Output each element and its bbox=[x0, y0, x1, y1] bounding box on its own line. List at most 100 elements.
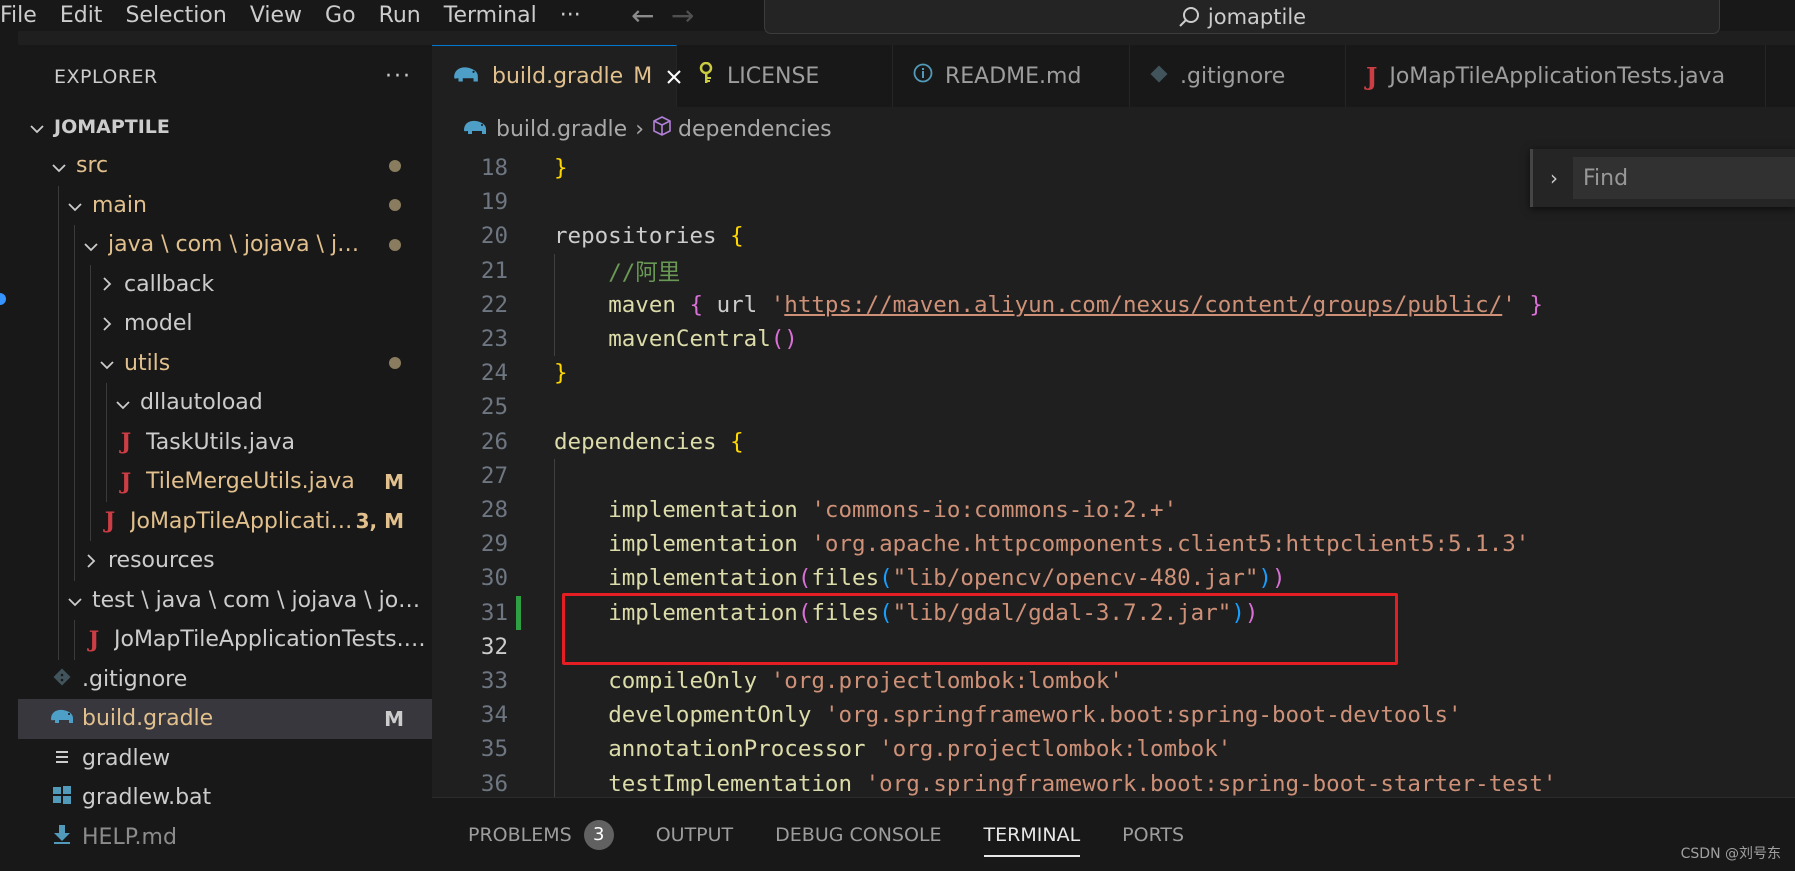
modified-indicator: M bbox=[633, 64, 653, 89]
windows-icon bbox=[48, 785, 76, 811]
line-number: 32 bbox=[480, 633, 508, 660]
java-file-icon: J bbox=[120, 429, 132, 456]
panel-tab-problems[interactable]: PROBLEMS 3 bbox=[468, 815, 614, 855]
tree-item-test-java-com-jojava-jomap[interactable]: test \ java \ com \ jojava \ joMap... bbox=[18, 580, 432, 620]
indent-guide bbox=[58, 422, 59, 462]
menu-item-terminal[interactable]: Terminal bbox=[435, 0, 551, 31]
menu-item-run[interactable]: Run bbox=[370, 0, 435, 31]
back-arrow-icon[interactable]: ← bbox=[623, 0, 663, 31]
menu-item-file[interactable]: File bbox=[0, 0, 51, 31]
gradle-elephant-icon bbox=[462, 117, 488, 142]
line-number: 20 bbox=[480, 223, 508, 250]
code-line: 28 implementation 'commons-io:commons-io… bbox=[432, 493, 1795, 527]
tab-license[interactable]: LICENSE bbox=[677, 45, 893, 107]
line-number: 31 bbox=[480, 599, 508, 626]
problems-count-badge: 3 bbox=[583, 819, 614, 850]
indent-guide bbox=[106, 422, 107, 462]
tree-item-jomaptileapplicatio[interactable]: J JoMapTileApplicatio... 3, M bbox=[18, 501, 432, 541]
tab-readme-md[interactable]: README.md bbox=[893, 45, 1130, 107]
info-icon bbox=[913, 63, 933, 89]
chevron-down-icon bbox=[112, 391, 134, 415]
menu-item-go[interactable]: Go bbox=[316, 0, 370, 31]
chevron-right-icon: › bbox=[635, 116, 645, 142]
line-number: 23 bbox=[480, 326, 508, 353]
tab--gitignore[interactable]: .gitignore bbox=[1130, 45, 1346, 107]
tab-jomaptileapplicationtests-java[interactable]: J JoMapTileApplicationTests.java bbox=[1346, 45, 1766, 107]
tab-label: .gitignore bbox=[1180, 63, 1286, 89]
tree-item-build-gradle[interactable]: build.gradle M bbox=[18, 699, 432, 739]
command-center-search[interactable]: jomaptile bbox=[764, 0, 1720, 34]
indent-guide bbox=[90, 501, 91, 541]
menu-item-selection[interactable]: Selection bbox=[116, 0, 240, 31]
panel-tab-output[interactable]: OUTPUT bbox=[656, 815, 733, 855]
explorer-title: EXPLORER bbox=[54, 65, 158, 88]
line-number: 29 bbox=[480, 531, 508, 558]
tree-item-gradlew[interactable]: gradlew bbox=[18, 739, 432, 779]
line-number: 33 bbox=[480, 668, 508, 695]
more-actions-icon[interactable]: ··· bbox=[385, 64, 412, 89]
tree-item-resources[interactable]: resources bbox=[18, 541, 432, 581]
line-number: 22 bbox=[480, 291, 508, 318]
tree-item-java-com-jojava-joma[interactable]: java \ com \ jojava \ joMa... bbox=[18, 225, 432, 265]
find-input[interactable]: Find bbox=[1573, 157, 1795, 199]
menu-item-edit[interactable]: Edit bbox=[51, 0, 117, 31]
breadcrumb: build.gradle › dependencies bbox=[432, 107, 1795, 151]
code-text: testImplementation 'org.springframework.… bbox=[608, 770, 1557, 797]
notification-dot bbox=[0, 293, 6, 305]
indent-guide bbox=[106, 462, 107, 502]
code-text: maven { url 'https://maven.aliyun.com/ne… bbox=[608, 291, 1543, 318]
code-line: 36 testImplementation 'org.springframewo… bbox=[432, 767, 1795, 797]
tab-build-gradle[interactable]: build.gradle M bbox=[432, 45, 681, 107]
panel-tab-ports[interactable]: PORTS bbox=[1122, 815, 1184, 855]
line-number: 36 bbox=[480, 770, 508, 797]
code-line: 20 repositories { bbox=[432, 219, 1795, 253]
panel-tab-debug-console[interactable]: DEBUG CONSOLE bbox=[775, 815, 941, 855]
tree-item-help-md[interactable]: HELP.md bbox=[18, 818, 432, 858]
tree-item-taskutils-java[interactable]: J TaskUtils.java bbox=[18, 422, 432, 462]
code-text: compileOnly 'org.projectlombok:lombok' bbox=[608, 668, 1123, 695]
indent-guide bbox=[74, 422, 75, 462]
file-tree: src main java \ com \ jojava \ joMa... call… bbox=[18, 146, 432, 857]
code-text: mavenCentral() bbox=[608, 326, 798, 353]
tree-item-callback[interactable]: callback bbox=[18, 264, 432, 304]
workspace-folder-header[interactable]: JOMAPTILE bbox=[18, 108, 432, 146]
tree-item-jomaptileapplicationtests-java[interactable]: J JoMapTileApplicationTests.java bbox=[18, 620, 432, 660]
indent-guide bbox=[90, 343, 91, 383]
breadcrumb-symbol[interactable]: dependencies bbox=[678, 117, 832, 142]
editor-tabs: build.gradle M LICENSE README.md .gitignore J… bbox=[432, 45, 1795, 107]
indent-guide bbox=[90, 264, 91, 304]
tree-item-utils[interactable]: utils bbox=[18, 343, 432, 383]
indent-guide bbox=[58, 462, 59, 502]
tree-item-label: dllautoload bbox=[140, 390, 263, 416]
key-icon bbox=[697, 61, 715, 90]
modified-dot-icon bbox=[389, 357, 401, 370]
tree-item-model[interactable]: model bbox=[18, 304, 432, 344]
line-number: 25 bbox=[480, 394, 508, 421]
find-widget: › Find bbox=[1530, 149, 1795, 207]
tree-item-tilemergeutils-java[interactable]: J TileMergeUtils.java M bbox=[18, 462, 432, 502]
indent-guide bbox=[74, 501, 75, 541]
menu-item-view[interactable]: View bbox=[241, 0, 316, 31]
tree-item-dllautoload[interactable]: dllautoload bbox=[18, 383, 432, 423]
tree-item-main[interactable]: main bbox=[18, 185, 432, 225]
code-editor[interactable]: 17 }18}1920repositories {21 //阿里22 maven… bbox=[432, 151, 1795, 797]
line-number: 35 bbox=[480, 736, 508, 763]
tree-item-gitignore[interactable]: .gitignore bbox=[18, 660, 432, 700]
indent-guide bbox=[74, 264, 75, 304]
panel-tab-terminal[interactable]: TERMINAL bbox=[983, 815, 1080, 857]
chevron-right-icon[interactable]: › bbox=[1543, 166, 1565, 190]
tree-item-src[interactable]: src bbox=[18, 146, 432, 186]
breadcrumb-file[interactable]: build.gradle bbox=[496, 117, 627, 142]
tree-item-label: HELP.md bbox=[82, 824, 177, 850]
tree-item-label: src bbox=[76, 153, 109, 179]
indent-guide bbox=[90, 304, 91, 344]
indent-guide bbox=[58, 185, 59, 225]
modified-dot-icon bbox=[389, 199, 401, 212]
menu-item-more[interactable]: ··· bbox=[551, 0, 595, 31]
chevron-down-icon bbox=[26, 115, 48, 139]
line-number: 34 bbox=[480, 702, 508, 729]
code-line: 21 //阿里 bbox=[432, 254, 1795, 288]
tab-label: JoMapTileApplicationTests.java bbox=[1389, 63, 1726, 89]
forward-arrow-icon[interactable]: → bbox=[663, 0, 703, 31]
tree-item-gradlew-bat[interactable]: gradlew.bat bbox=[18, 778, 432, 818]
